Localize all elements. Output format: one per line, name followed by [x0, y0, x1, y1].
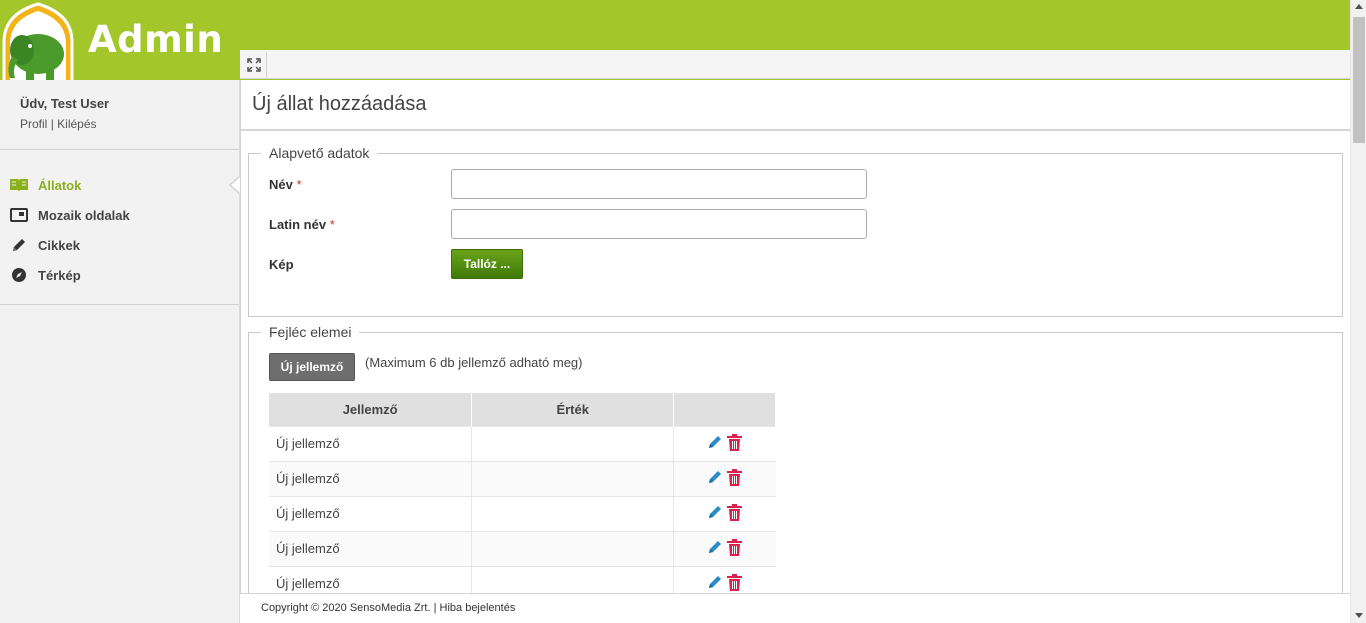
column-header-actions	[673, 393, 776, 426]
pencil-icon	[10, 237, 28, 253]
header-items-fieldset: Fejléc elemei Új jellemző (Maximum 6 db …	[248, 324, 1343, 593]
user-box: Üdv, Test User Profil | Kilépés	[0, 80, 239, 150]
trash-icon[interactable]	[727, 538, 743, 559]
feature-cell: Új jellemző	[269, 495, 473, 531]
feature-cell: Új jellemző	[269, 565, 473, 593]
toolbar	[240, 50, 1350, 79]
page-scrollbar[interactable]	[1350, 0, 1366, 623]
edit-icon[interactable]	[707, 469, 723, 488]
sidebar-item-terkep[interactable]: Térkép	[0, 260, 239, 290]
user-greeting: Üdv, Test User	[20, 96, 110, 111]
main-content: Új állat hozzáadása Alapvető adatok Név …	[240, 80, 1350, 593]
image-label: Kép	[269, 257, 294, 272]
actions-cell	[673, 530, 776, 566]
footer-separator: |	[433, 602, 437, 614]
basic-data-fieldset: Alapvető adatok Név * Latin név * Kép Ta…	[248, 145, 1343, 317]
actions-cell	[673, 460, 776, 496]
name-label-text: Név	[269, 177, 293, 192]
value-cell	[471, 530, 675, 566]
expand-button[interactable]	[241, 52, 267, 78]
table-row: Új jellemző	[269, 565, 776, 593]
user-links: Profil | Kilépés	[20, 117, 219, 131]
edit-icon[interactable]	[707, 539, 723, 558]
edit-icon[interactable]	[707, 574, 723, 593]
sidebar-item-label: Állatok	[38, 177, 82, 193]
feature-cell: Új jellemző	[269, 530, 473, 566]
sidebar: Üdv, Test User Profil | Kilépés Állatok …	[0, 80, 240, 623]
sidebar-item-label: Cikkek	[38, 237, 80, 253]
sidebar-item-cikkek[interactable]: Cikkek	[0, 230, 239, 260]
footer: Copyright © 2020 SensoMedia Zrt. | Hiba …	[240, 593, 1350, 623]
trash-icon[interactable]	[727, 573, 743, 593]
actions-cell	[673, 495, 776, 531]
table-header-row: Jellemző Érték	[269, 393, 776, 426]
scrollbar-thumb[interactable]	[1353, 17, 1365, 143]
latin-name-label-text: Latin név	[269, 217, 327, 232]
report-bug-link[interactable]: Hiba bejelentés	[440, 602, 516, 614]
edit-icon[interactable]	[707, 434, 723, 453]
sidebar-item-mozaik[interactable]: Mozaik oldalak	[0, 200, 239, 230]
basic-data-legend: Alapvető adatok	[269, 145, 370, 161]
required-mark: *	[296, 177, 302, 192]
brand-title: Admin	[88, 18, 224, 61]
trash-icon[interactable]	[727, 503, 743, 524]
column-header-feature: Jellemző	[269, 393, 473, 426]
name-label: Név *	[269, 177, 302, 192]
new-feature-row: Új jellemző (Maximum 6 db jellemző adhat…	[269, 353, 1322, 381]
window-icon	[10, 207, 28, 223]
name-row: Név *	[269, 163, 1322, 203]
table-row: Új jellemző	[269, 495, 776, 531]
trash-icon[interactable]	[727, 433, 743, 454]
trash-icon[interactable]	[727, 468, 743, 489]
latin-name-input[interactable]	[451, 209, 867, 239]
max-features-hint: (Maximum 6 db jellemző adható meg)	[365, 355, 583, 370]
required-mark: *	[329, 217, 335, 232]
scroll-up-arrow-icon[interactable]	[1355, 4, 1363, 9]
compass-icon	[10, 267, 28, 283]
value-cell	[471, 565, 675, 593]
name-input[interactable]	[451, 169, 867, 199]
feature-cell: Új jellemző	[269, 460, 473, 496]
actions-cell	[673, 565, 776, 593]
sidebar-nav: Állatok Mozaik oldalak Cikkek Térkép	[0, 150, 240, 305]
value-cell	[471, 460, 675, 496]
latin-name-row: Latin név *	[269, 203, 1322, 243]
feature-cell: Új jellemző	[269, 425, 473, 461]
sidebar-item-label: Térkép	[38, 267, 81, 283]
latin-name-label: Latin név *	[269, 217, 335, 232]
table-row: Új jellemző	[269, 530, 776, 566]
table-row: Új jellemző	[269, 425, 776, 461]
page-title: Új állat hozzáadása	[241, 80, 1350, 131]
book-icon	[10, 177, 28, 193]
expand-icon	[246, 58, 261, 72]
value-cell	[471, 495, 675, 531]
logout-link[interactable]: Kilépés	[57, 117, 96, 131]
value-cell	[471, 425, 675, 461]
sidebar-item-allatok[interactable]: Állatok	[0, 170, 240, 200]
table-row: Új jellemző	[269, 460, 776, 496]
copyright-text: Copyright © 2020 SensoMedia Zrt.	[261, 602, 431, 614]
browse-button[interactable]: Tallóz ...	[451, 249, 523, 279]
edit-icon[interactable]	[707, 504, 723, 523]
actions-cell	[673, 425, 776, 461]
elephant-logo-icon	[2, 2, 74, 80]
active-indicator-fill	[231, 177, 240, 193]
image-row: Kép Tallóz ...	[269, 243, 1322, 283]
logo-area[interactable]: Admin	[0, 0, 240, 80]
profile-link[interactable]: Profil	[20, 117, 47, 131]
features-table: Jellemző Érték Új jellemző Új jellemző Új …	[269, 393, 776, 593]
link-separator: |	[50, 117, 54, 131]
column-header-value: Érték	[471, 393, 675, 426]
sidebar-item-label: Mozaik oldalak	[38, 207, 130, 223]
header-items-legend: Fejléc elemei	[269, 324, 352, 340]
scroll-down-arrow-icon[interactable]	[1355, 613, 1363, 618]
new-feature-button[interactable]: Új jellemző	[269, 353, 355, 381]
